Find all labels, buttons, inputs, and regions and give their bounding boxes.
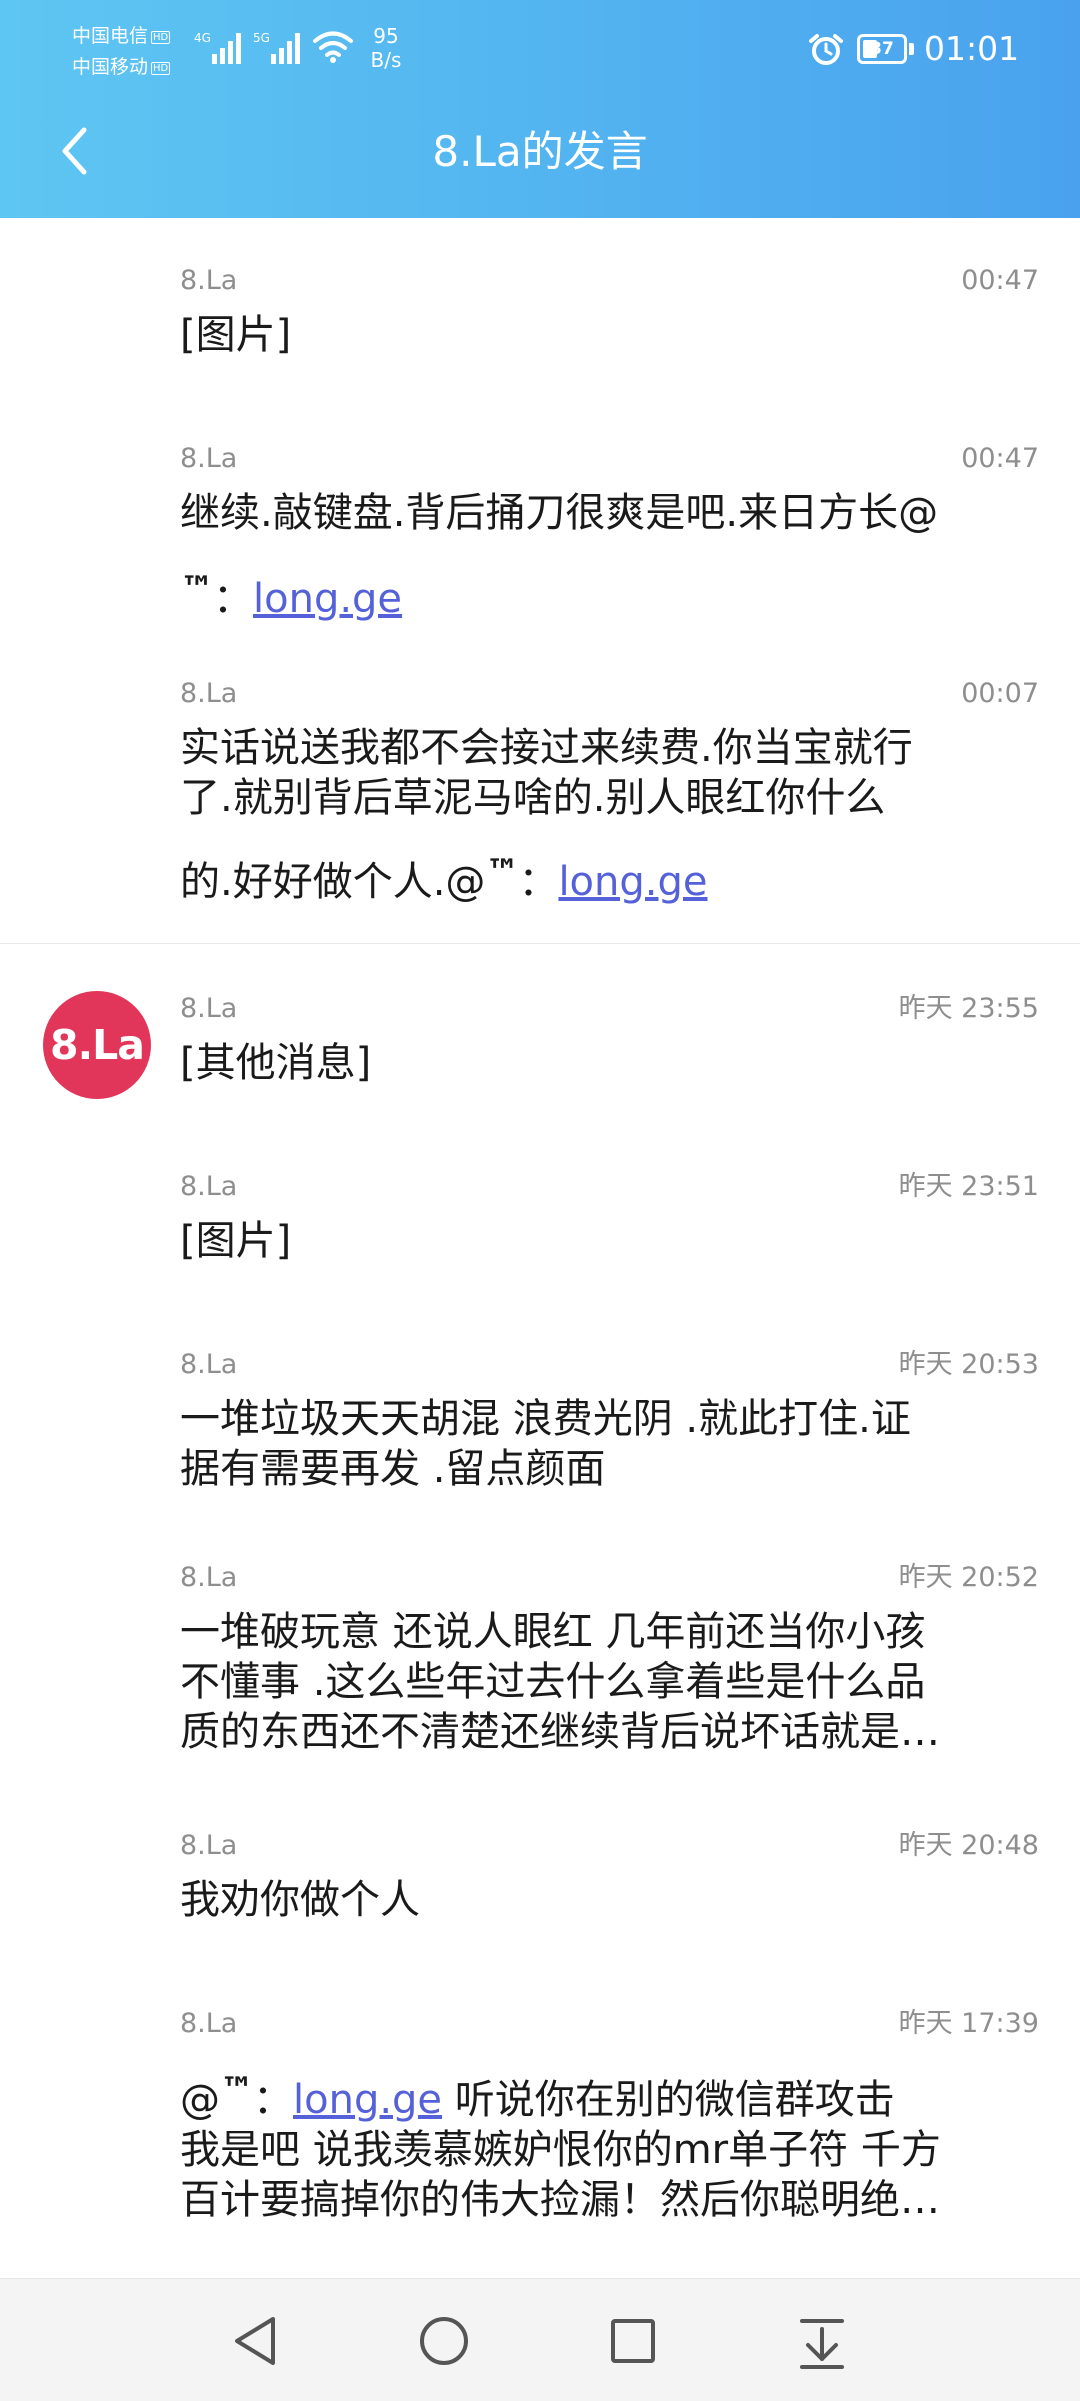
- carrier-1-label: 中国电信: [72, 25, 149, 47]
- message-text-line: 的.好好做个人.@™：long.ge: [180, 847, 1045, 907]
- alarm-icon: [809, 34, 843, 65]
- battery-icon: 37: [857, 34, 907, 64]
- message-text-line: 一堆垃圾天天胡混 浪费光阴 .就此打住.证: [180, 1396, 911, 1442]
- message-content: [图片]: [180, 1216, 1045, 1266]
- message-content: 一堆垃圾天天胡混 浪费光阴 .就此打住.证 据有需要再发 .留点颜面: [180, 1394, 1045, 1494]
- message-sender: 8.La: [180, 2008, 238, 2039]
- status-time: 01:01: [924, 29, 1020, 68]
- message-sender: 8.La: [180, 678, 238, 709]
- section-divider: [0, 943, 1080, 944]
- message-text-line: 百计要搞掉你的伟大捡漏！然后你聪明绝…: [180, 2177, 940, 2223]
- message-text-line: 实话说送我都不会接过来续费.你当宝就行: [180, 725, 913, 771]
- carrier-1: 中国电信 HD: [72, 25, 171, 47]
- app-header: 中国电信 HD 中国移动 HD 4G 5G 95 B/s 37 01:01 8.…: [0, 0, 1080, 218]
- message-sender: 8.La: [180, 443, 238, 474]
- recents-square-icon: [611, 2319, 655, 2363]
- nav-recents-button[interactable]: [593, 2301, 673, 2381]
- message-time: 00:47: [961, 443, 1039, 474]
- message-list[interactable]: 8.La 00:47 [图片] 8.La 00:47 继续.敲键盘.背后捅刀很爽…: [0, 218, 1080, 2278]
- message-content: [其他消息]: [180, 1038, 1045, 1088]
- message-time: 昨天 17:39: [898, 2008, 1039, 2039]
- message-text-segment: 的.好好做个人.@: [180, 859, 486, 905]
- message-time: 昨天 23:51: [898, 1171, 1039, 1202]
- message-text-line: 我劝你做个人: [180, 1877, 420, 1923]
- message-text-line: 质的东西还不清楚还继续背后说坏话就是…: [180, 1709, 940, 1755]
- mention-colon: ：: [518, 859, 559, 905]
- battery-level: 37: [870, 39, 894, 59]
- message-time: 00:47: [961, 265, 1039, 296]
- carrier-2: 中国移动 HD: [72, 56, 171, 78]
- mention-name: ™: [485, 852, 519, 892]
- message-link[interactable]: long.ge: [558, 859, 707, 905]
- message-time: 昨天 20:53: [898, 1349, 1039, 1380]
- network-speed: 95 B/s: [364, 24, 408, 72]
- nav-home-button[interactable]: [404, 2301, 484, 2381]
- net-type-2: 5G: [253, 31, 270, 45]
- message-content: @™：long.ge 听说你在别的微信群攻击 我是吧 说我羡慕嫉妒恨你的mr单子…: [180, 2065, 1045, 2225]
- message-link[interactable]: long.ge: [293, 2077, 442, 2123]
- message-text-line: 继续.敲键盘.背后捅刀很爽是吧.来日方长@: [180, 490, 939, 536]
- message-text-line: 一堆破玩意 还说人眼红 几年前还当你小孩: [180, 1609, 926, 1655]
- message-text-line: ™：long.ge: [180, 564, 1045, 624]
- message-text-line: [图片]: [180, 312, 292, 358]
- message-text-line: @™：long.ge 听说你在别的微信群攻击: [180, 2065, 1045, 2125]
- battery-tip: [909, 43, 914, 55]
- message-sender: 8.La: [180, 265, 238, 296]
- message-sender: 8.La: [180, 1830, 238, 1861]
- message-sender: 8.La: [180, 1171, 238, 1202]
- hd-badge: HD: [151, 31, 171, 44]
- message-time: 昨天 20:48: [898, 1830, 1039, 1861]
- message-content: 实话说送我都不会接过来续费.你当宝就行 了.就别背后草泥马啥的.别人眼红你什么 …: [180, 723, 1045, 907]
- message-content: 一堆破玩意 还说人眼红 几年前还当你小孩 不懂事 .这么些年过去什么拿着些是什么…: [180, 1607, 1045, 1757]
- message-content: 继续.敲键盘.背后捅刀很爽是吧.来日方长@ ™：long.ge: [180, 488, 1045, 624]
- mention-name: ™: [180, 569, 214, 609]
- message-content: [图片]: [180, 310, 1045, 360]
- message-content: 我劝你做个人: [180, 1875, 1045, 1925]
- message-time: 昨天 23:55: [898, 993, 1039, 1024]
- network-speed-value: 95: [373, 24, 399, 48]
- message-text-segment: 听说你在别的微信群攻击: [442, 2077, 895, 2123]
- message-time: 昨天 20:52: [898, 1562, 1039, 1593]
- page-title: 8.La的发言: [432, 127, 648, 176]
- message-text-line: 我是吧 说我羡慕嫉妒恨你的mr单子符 千方: [180, 2127, 941, 2173]
- message-text-line: 不懂事 .这么些年过去什么拿着些是什么品: [180, 1659, 926, 1705]
- avatar[interactable]: 8.La: [43, 991, 151, 1099]
- message-text-line: 据有需要再发 .留点颜面: [180, 1446, 606, 1492]
- network-speed-unit: B/s: [370, 48, 402, 72]
- message-sender: 8.La: [180, 1562, 238, 1593]
- message-text-line: [图片]: [180, 1218, 292, 1264]
- mention-prefix: @: [180, 2077, 220, 2123]
- wifi-icon: [313, 31, 353, 63]
- nav-notification-button[interactable]: [782, 2301, 862, 2381]
- message-sender: 8.La: [180, 993, 238, 1024]
- carrier-2-label: 中国移动: [72, 56, 149, 78]
- back-triangle-icon: [235, 2317, 275, 2365]
- message-text-line: [其他消息]: [180, 1040, 372, 1086]
- home-circle-icon: [420, 2317, 468, 2365]
- mention-name: ™: [220, 2070, 254, 2110]
- message-sender: 8.La: [180, 1349, 238, 1380]
- signal-icon: 4G: [194, 31, 241, 64]
- message-link[interactable]: long.ge: [253, 576, 402, 622]
- notification-pulldown-icon: [800, 2319, 844, 2369]
- hd-badge: HD: [151, 62, 171, 75]
- nav-back-button[interactable]: [215, 2301, 295, 2381]
- message-text-line: 了.就别背后草泥马啥的.别人眼红你什么: [180, 775, 886, 821]
- signal-icon: 5G: [253, 31, 300, 64]
- message-time: 00:07: [961, 678, 1039, 709]
- mention-colon: ：: [213, 576, 253, 622]
- net-type-1: 4G: [194, 31, 211, 45]
- mention-colon: ：: [253, 2077, 293, 2123]
- system-nav-bar: [0, 2278, 1080, 2401]
